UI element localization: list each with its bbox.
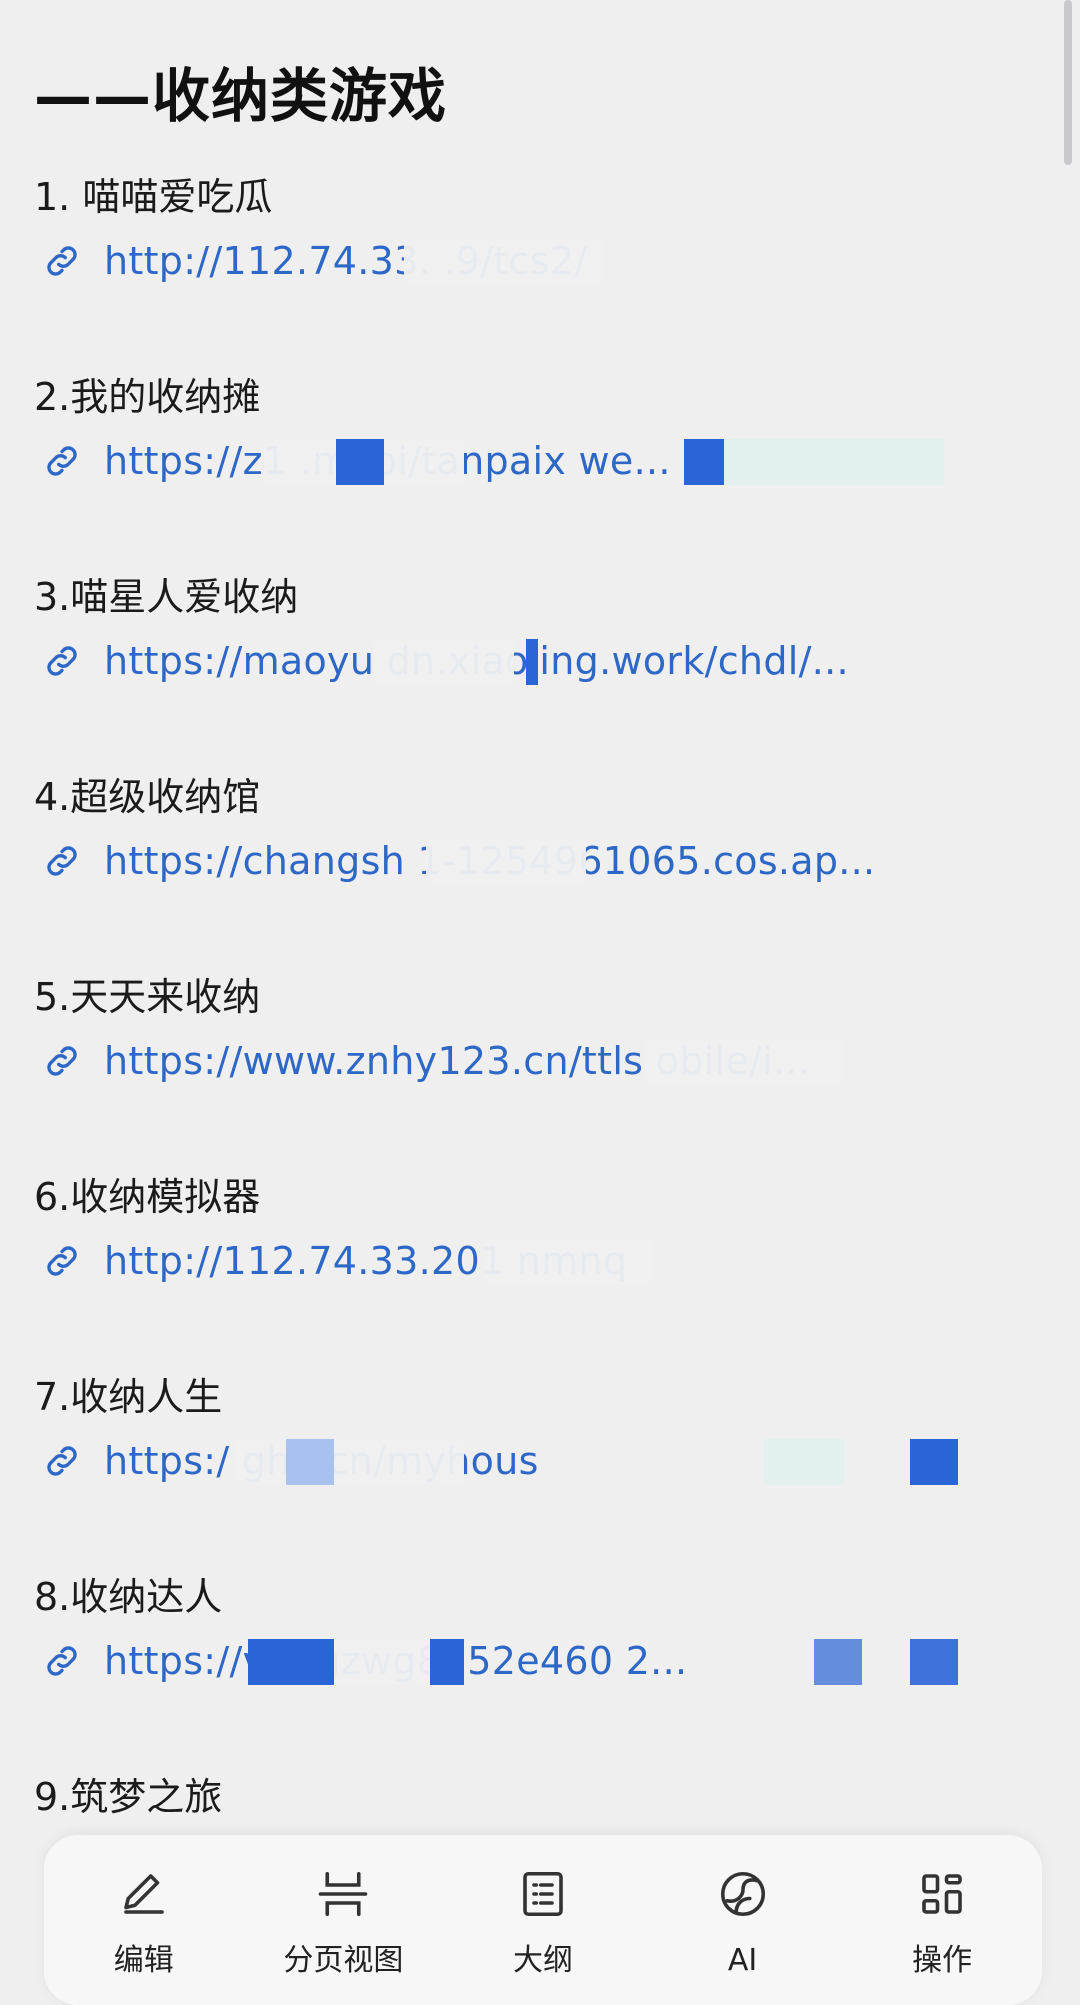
list-item: 1. 喵喵爱吃瓜 http://112.74.33. .9/tcs2/ [34,172,1034,372]
edit-button[interactable]: 编辑 [54,1835,234,1981]
ai-label: AI [727,1943,758,1978]
outline-button[interactable]: 大纲 [453,1835,633,1981]
grid-icon [922,1874,962,1914]
redaction [374,639,514,685]
section-title: ——收纳类游戏 [34,62,448,130]
outline-icon [523,1871,563,1917]
link-row[interactable]: https:/ ghd.cn/myhous [34,1430,1034,1492]
scrollbar[interactable] [1064,0,1072,165]
redaction [336,439,384,485]
link-row[interactable]: http://112.74.33. .9/tcs2/ [34,230,1034,292]
link-icon [47,846,77,876]
list-item: 7.收纳人生 https:/ ghd.cn/myhous [34,1372,1034,1572]
redaction [764,1439,844,1485]
link-row[interactable]: https://www.znhy123.cn/ttls obile/i... [34,1030,1034,1092]
redaction [234,1439,464,1485]
actions-button[interactable]: 操作 [852,1835,1032,1981]
redaction [910,1639,958,1685]
redaction [426,839,586,885]
list-item: 8.收纳达人 https://v -6gzwg8ti52e460 2... [34,1572,1034,1772]
redaction [724,439,944,485]
page-view-label: 分页视图 [283,1943,404,1978]
item-title: 5.天天来收纳 [34,975,261,1019]
bottom-toolbar: 编辑 分页视图 大纲 AI 操作 [44,1835,1042,2005]
list-item: 2.我的收纳摊 https://z1 .mobi/tanpaix we... [34,372,1034,572]
item-title: 4.超级收纳馆 [34,775,261,819]
link-icon [47,646,77,676]
link-icon [47,1446,77,1476]
edit-label: 编辑 [113,1943,174,1978]
list-item: 4.超级收纳馆 https://changsh 1-1254961065.cos… [34,772,1034,972]
redaction [644,1039,844,1085]
item-title: 1. 喵喵爱吃瓜 [34,175,273,219]
link-icon [47,1646,77,1676]
link-row[interactable]: https://z1 .mobi/tanpaix we... [34,430,1034,492]
item-title: 3.喵星人爱收纳 [34,575,299,619]
redaction [286,1439,334,1485]
link-row[interactable]: https://maoyu dn.xiaojing.work/chdl/... [34,630,1034,692]
document-content: ——收纳类游戏 1. 喵喵爱吃瓜 http://112.74.33. .9/tc… [34,60,1034,1852]
item-title: 8.收纳达人 [34,1575,223,1619]
redaction [526,639,538,685]
link-row[interactable]: http://112.74.33.201 nmnq [34,1230,1034,1292]
redaction [910,1439,958,1485]
item-title: 9.筑梦之旅 [34,1775,223,1819]
ai-icon [720,1871,765,1917]
page-view-button[interactable]: 分页视图 [253,1835,433,1981]
item-title: 2.我的收纳摊 [34,375,261,419]
link-row[interactable]: https://changsh 1-1254961065.cos.ap... [34,830,1034,892]
redaction [334,1639,430,1685]
item-title: 7.收纳人生 [34,1375,223,1419]
link-icon [47,446,77,476]
redaction [484,1239,654,1285]
redaction [430,1639,464,1685]
redaction [404,239,604,285]
link-icon [47,1046,77,1076]
link-icon [47,1246,77,1276]
redaction [684,439,724,485]
redaction [248,1639,334,1685]
item-title: 6.收纳模拟器 [34,1175,261,1219]
list-item: 5.天天来收纳 https://www.znhy123.cn/ttls obil… [34,972,1034,1172]
list-item: 6.收纳模拟器 http://112.74.33.201 nmnq [34,1172,1034,1372]
redaction [814,1639,862,1685]
page-view-icon [319,1871,368,1917]
link-icon [47,246,77,276]
pencil-icon [123,1874,164,1914]
link-row[interactable]: https://v -6gzwg8ti52e460 2... [34,1630,1034,1692]
ai-button[interactable]: AI [653,1835,833,1981]
actions-label: 操作 [912,1943,973,1978]
list-item: 3.喵星人爱收纳 https://maoyu dn.xiaojing.work/… [34,572,1034,772]
outline-label: 大纲 [512,1943,573,1978]
